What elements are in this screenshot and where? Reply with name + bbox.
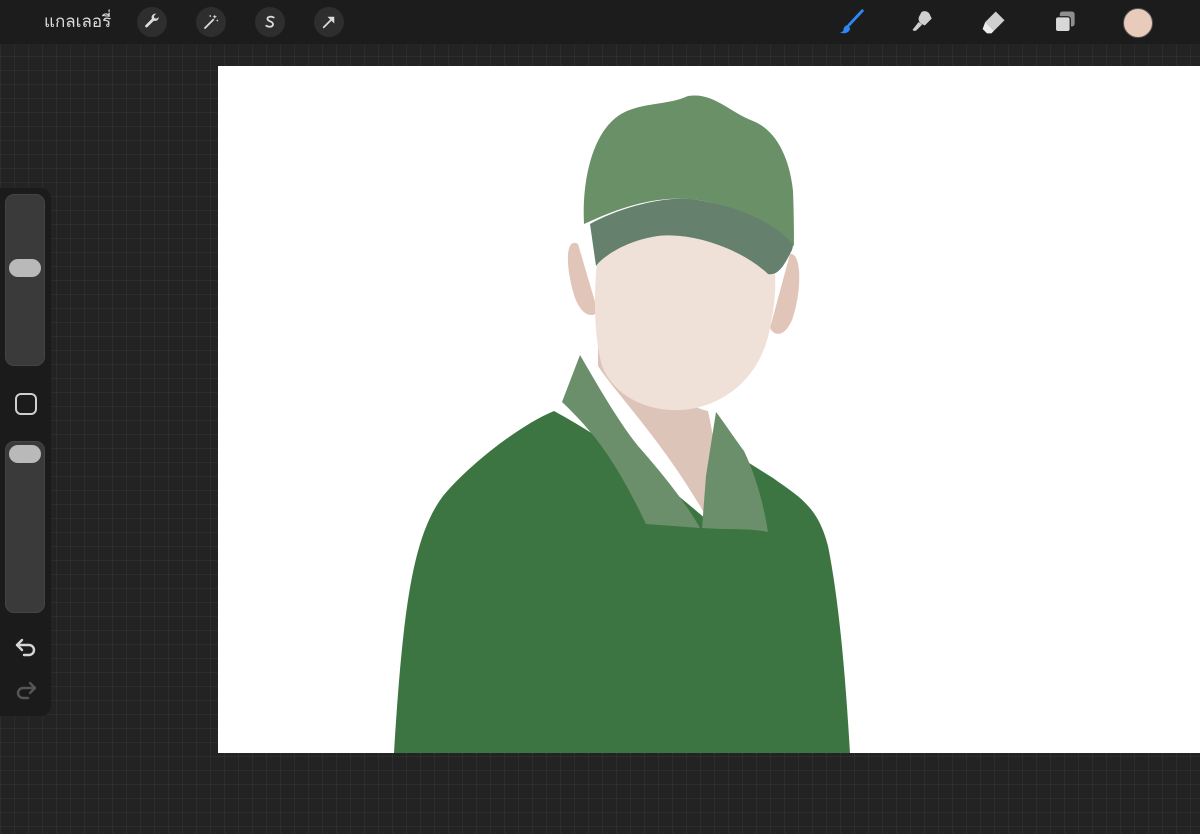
- brush-size-slider[interactable]: [5, 194, 45, 366]
- undo-icon[interactable]: [13, 635, 39, 659]
- opacity-slider[interactable]: [5, 441, 45, 613]
- smudge-icon: [912, 11, 932, 31]
- smudge-button[interactable]: [907, 6, 939, 38]
- left-sidebar: [0, 188, 51, 716]
- opacity-thumb[interactable]: [9, 445, 41, 463]
- transform-arrow-icon: [322, 16, 335, 29]
- artwork-illustration: [394, 95, 850, 753]
- face: [594, 233, 776, 411]
- brush-icon: [839, 9, 864, 34]
- layers-icon: [1054, 11, 1075, 33]
- magic-wand-icon: [204, 14, 219, 29]
- top-toolbar: แกลเลอรี่: [0, 0, 1200, 44]
- left-ear: [567, 242, 598, 316]
- brush-size-thumb[interactable]: [9, 259, 41, 278]
- drawing-canvas[interactable]: [218, 66, 1200, 753]
- eraser-icon: [982, 11, 1005, 34]
- redo-icon[interactable]: [13, 678, 39, 702]
- brush-button[interactable]: [836, 6, 868, 38]
- transform-button[interactable]: [314, 7, 344, 37]
- layers-button[interactable]: [1049, 6, 1081, 38]
- selection-button[interactable]: [255, 7, 285, 37]
- adjustments-button[interactable]: [196, 7, 226, 37]
- gallery-button[interactable]: แกลเลอรี่: [44, 10, 111, 34]
- wrench-icon: [145, 13, 159, 28]
- modify-square-button[interactable]: [15, 393, 37, 415]
- actions-button[interactable]: [137, 7, 167, 37]
- selection-s-icon: [265, 15, 275, 28]
- color-swatch-button[interactable]: [1123, 8, 1153, 38]
- eraser-button[interactable]: [978, 6, 1010, 38]
